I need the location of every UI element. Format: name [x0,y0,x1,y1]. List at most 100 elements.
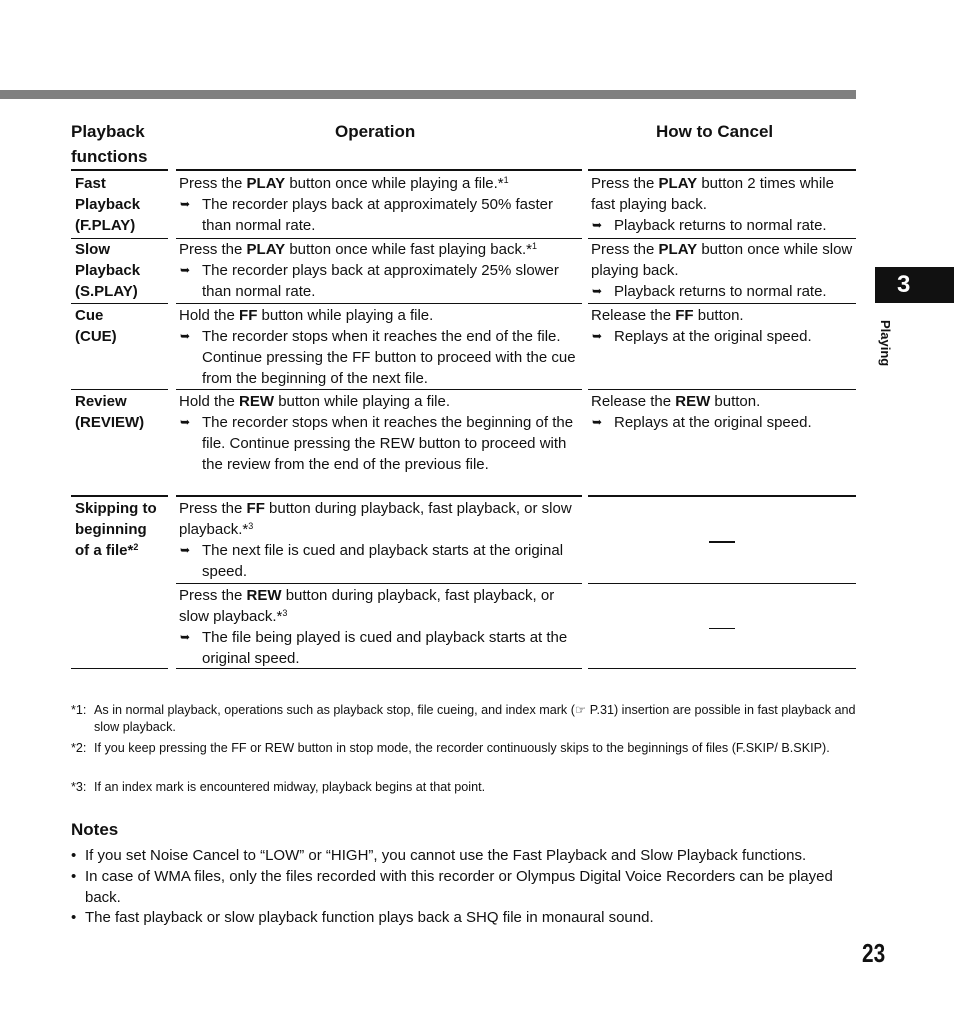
footnote: *1: As in normal playback, operations su… [71,702,857,736]
arrow-icon: ➥ [592,415,603,429]
button-name: PLAY [658,175,698,192]
result-text: Replays at the original speed. [614,414,812,431]
func-line: (CUE) [75,328,117,345]
button-name: REW [675,393,711,410]
note-item: • In case of WMA files, only the files r… [71,866,861,908]
result-text: Playback returns to normal rate. [614,283,827,300]
table-row-func: Cue (CUE) [75,305,170,347]
footnote-ref: 2 [133,542,139,552]
func-line: (F.PLAY) [75,217,136,234]
arrow-icon: ➥ [592,329,603,343]
text: Hold the [179,307,240,324]
func-line: Fast [75,175,106,192]
table-row-operation: Press the FF button during playback, fas… [179,498,581,582]
text: Hold the [179,393,240,410]
arrow-icon: ➥ [592,218,603,232]
arrow-icon: ➥ [180,197,191,211]
result-text: The recorder plays back at approximately… [202,196,553,234]
result-text: Replays at the original speed. [614,328,812,345]
table-row-func: Slow Playback (S.PLAY) [75,239,170,302]
func-line: of a file* [75,542,134,559]
button-name: REW [239,393,275,410]
note-text: In case of WMA files, only the files rec… [85,868,833,906]
header-functions: Playback functions [71,119,148,169]
header-bar [0,90,856,99]
footnote-ref: 1 [532,241,538,251]
table-row-operation: Press the REW button during playback, fa… [179,585,581,669]
bullet-icon: • [71,868,77,885]
notes-title: Notes [71,820,119,839]
rule [71,495,168,497]
text: Release the [591,393,676,410]
text: Press the [179,500,247,517]
footnote-text: If you keep pressing the FF or REW butto… [94,741,830,755]
table-row-cancel: Press the PLAY button once while slow pl… [591,239,853,302]
footnote-ref: 1 [503,175,509,185]
arrow-icon: ➥ [180,543,191,557]
func-line: Skipping to [75,500,157,517]
text: Press the [179,175,247,192]
rule [71,389,168,390]
rule [588,668,856,669]
rule [588,495,856,497]
footnote-mark: *3: [71,780,87,794]
footnote: *3: If an index mark is encountered midw… [71,779,857,796]
text: Press the [591,175,659,192]
table-row-func: Fast Playback (F.PLAY) [75,173,170,236]
text: button while playing a file. [257,307,434,324]
table-row-operation: Hold the REW button while playing a file… [179,391,579,475]
result-text: The recorder stops when it reaches the e… [202,328,576,387]
button-name: PLAY [658,241,698,258]
table-row-func: Review (REVIEW) [75,391,170,433]
footnote-ref: 3 [282,608,288,618]
page-number: 23 [862,938,886,968]
note-text: If you set Noise Cancel to “LOW” or “HIG… [85,847,807,864]
func-line: (REVIEW) [75,414,145,431]
func-line: Cue [75,307,104,324]
table-row-operation: Press the PLAY button once while playing… [179,173,579,236]
header-operation: Operation [335,122,416,141]
chapter-tab: 3 [875,267,954,303]
func-line: Review [75,393,127,410]
button-name: PLAY [246,175,286,192]
result-text: The recorder stops when it reaches the b… [202,414,574,473]
text: Press the [179,587,247,604]
result-text: The next file is cued and playback start… [202,542,564,580]
rule [588,303,856,304]
note-text: The fast playback or slow playback funct… [85,909,654,926]
chapter-label: Playing [878,320,893,367]
func-line: Slow [75,241,111,258]
func-line: Playback [75,262,141,279]
button-name: PLAY [246,241,286,258]
table-row-operation: Hold the FF button while playing a file.… [179,305,579,389]
text: Press the [179,241,247,258]
no-cancel-dash [709,628,735,629]
text: Press the [591,241,659,258]
result-text: The file being played is cued and playba… [202,629,568,667]
text: button. [693,307,744,324]
footnote-mark: *2: [71,741,87,755]
rule [176,583,582,584]
table-row-cancel: Release the FF button. ➥ Replays at the o… [591,305,853,347]
text: button once while playing a file.* [285,175,504,192]
no-cancel-dash [709,541,735,543]
text: Release the [591,307,676,324]
func-line: (S.PLAY) [75,283,138,300]
table-row-cancel: Release the REW button. ➥ Replays at the … [591,391,853,433]
result-text: The recorder plays back at approximately… [202,262,559,300]
note-item: • If you set Noise Cancel to “LOW” or “H… [71,845,861,866]
footnote-mark: *1: [71,703,87,717]
table-row-cancel: Press the PLAY button 2 times while fast… [591,173,853,236]
rule [588,583,856,584]
rule [71,169,168,171]
arrow-icon: ➥ [592,284,603,298]
rule [176,169,582,171]
rule [71,668,168,669]
rule [176,495,582,497]
button-name: FF [246,500,265,517]
footnote-ref: 3 [248,521,254,531]
rule [176,389,582,390]
rule [71,303,168,304]
table-row-operation: Press the PLAY button once while fast pl… [179,239,579,302]
header-functions-line1: Playback [71,122,145,141]
